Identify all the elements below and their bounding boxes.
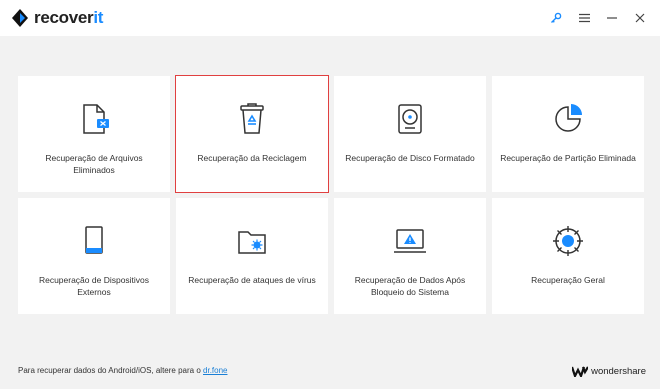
drfone-link[interactable]: dr.fone <box>203 366 227 375</box>
card-all-around[interactable]: Recuperação Geral <box>492 198 644 314</box>
brand-name: wondershare <box>591 366 646 377</box>
card-label: Recuperação de Dados Após Bloqueio do Si… <box>354 275 466 297</box>
partition-icon <box>555 104 582 132</box>
card-label: Recuperação de Partição Eliminada <box>500 153 636 163</box>
recovery-mode-grid: Recuperação de Arquivos Eliminados Recup… <box>18 75 644 314</box>
hard-disk-icon <box>398 104 422 134</box>
card-label: Recuperação da Reciclagem <box>197 153 307 163</box>
wondershare-brand: wondershare <box>572 366 646 377</box>
card-recycle-bin[interactable]: Recuperação da Reciclagem <box>175 75 329 193</box>
recoverit-logo-icon <box>12 9 28 27</box>
card-crashed-system[interactable]: Recuperação de Dados Após Bloqueio do Si… <box>334 198 486 314</box>
card-label: Recuperação de ataques de vírus <box>188 275 316 285</box>
card-external-devices[interactable]: Recuperação de Dispositivos Externos <box>18 198 170 314</box>
recycle-bin-icon <box>240 103 264 134</box>
card-label: Recuperação Geral <box>531 275 605 285</box>
card-label: Recuperação de Arquivos Eliminados <box>45 153 143 175</box>
footer-note: Para recuperar dados do Android/iOS, alt… <box>18 366 228 375</box>
title-bar: recoverit <box>0 0 660 36</box>
menu-icon[interactable] <box>576 10 592 26</box>
card-virus-attack[interactable]: Recuperação de ataques de vírus <box>176 198 328 314</box>
card-deleted-partition[interactable]: Recuperação de Partição Eliminada <box>492 76 644 192</box>
app-title: recoverit <box>34 8 104 27</box>
card-deleted-files[interactable]: Recuperação de Arquivos Eliminados <box>18 76 170 192</box>
close-icon[interactable] <box>632 10 648 26</box>
card-label: Recuperação de Dispositivos Externos <box>38 275 150 297</box>
all-around-icon <box>553 226 583 256</box>
card-label: Recuperação de Disco Formatado <box>345 153 475 163</box>
card-formatted-disk[interactable]: Recuperação de Disco Formatado <box>334 76 486 192</box>
virus-folder-icon <box>238 231 266 254</box>
crash-computer-icon <box>394 229 426 253</box>
external-device-icon <box>85 226 103 254</box>
wondershare-logo-icon <box>572 366 589 377</box>
settings-key-icon[interactable] <box>548 10 564 26</box>
app-logo: recoverit <box>10 8 103 28</box>
deleted-file-icon <box>83 104 109 134</box>
minimize-icon[interactable] <box>604 10 620 26</box>
